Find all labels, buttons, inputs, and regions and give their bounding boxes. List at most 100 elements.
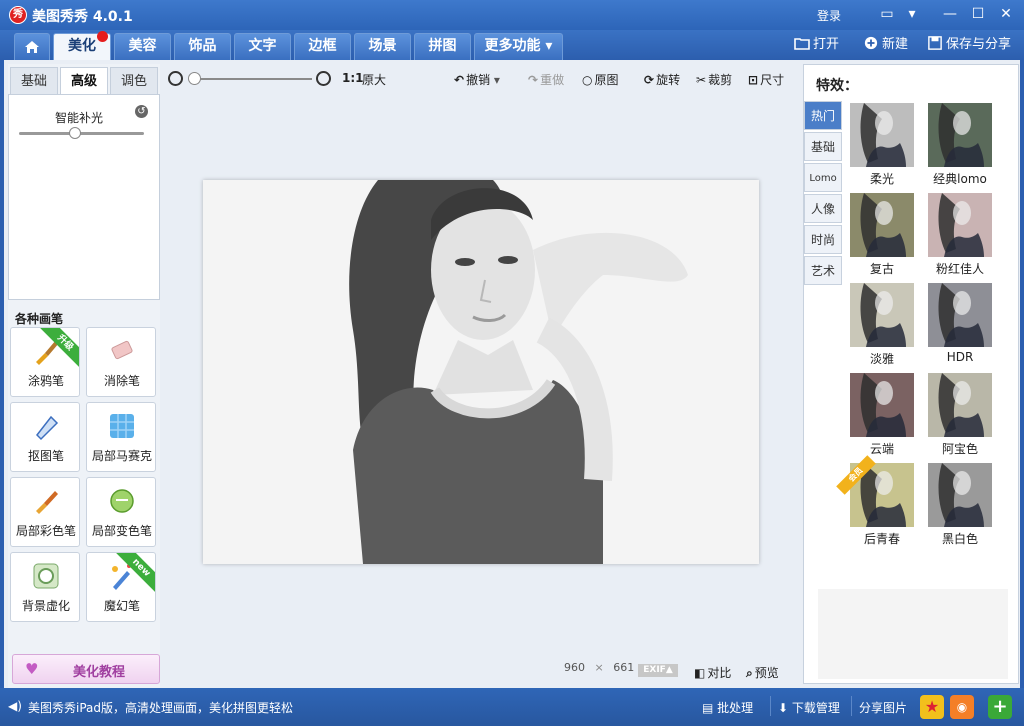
effect-thumb[interactable] [928, 463, 992, 527]
share-image-button[interactable]: 分享图片 [859, 699, 907, 716]
tab-color-tone[interactable]: 调色 [110, 67, 158, 94]
maximize-button[interactable]: ☐ [968, 5, 988, 23]
rotate-button[interactable]: ⟳ 旋转 [644, 71, 680, 88]
cutout-brush-button[interactable]: 抠图笔 [10, 402, 80, 472]
weibo-icon[interactable]: ◉ [950, 695, 974, 719]
save-icon [928, 36, 942, 50]
preview-button[interactable]: ⌕ 预览 [746, 664, 779, 681]
local-recolor-brush-button[interactable]: 局部变色笔 [86, 477, 156, 547]
resize-button[interactable]: ⊡ 尺寸 [748, 71, 784, 88]
reset-icon[interactable]: ↺ [135, 105, 148, 118]
resize-icon: ⊡ [748, 73, 759, 87]
zoom-slider[interactable] [194, 78, 312, 80]
tab-basic[interactable]: 基础 [10, 67, 58, 94]
plus-circle-icon [864, 36, 878, 50]
fx-tab-art[interactable]: 艺术 [804, 256, 842, 285]
tab-scenes[interactable]: 场景 [354, 33, 411, 60]
zoom-handle[interactable] [188, 72, 201, 85]
effect-thumb[interactable] [850, 193, 914, 257]
image-canvas[interactable] [203, 180, 759, 564]
effect-thumb[interactable] [850, 373, 914, 437]
tab-label: 更多功能 ▾ [484, 38, 553, 54]
crop-button[interactable]: ✂ 裁剪 [696, 71, 732, 88]
effect-preview-image [928, 283, 992, 347]
effect-thumb[interactable] [850, 283, 914, 347]
effect-preview-image [850, 283, 914, 347]
fx-tab-hot[interactable]: 热门 [804, 101, 842, 130]
batch-process-button[interactable]: ▤ 批处理 [702, 699, 753, 716]
menu-icon[interactable]: ▾ [902, 5, 922, 23]
new-button[interactable]: 新建 [863, 36, 908, 54]
add-plus-icon[interactable]: + [988, 695, 1012, 719]
tab-label: 美化 [68, 38, 96, 54]
tutorial-label: 美化教程 [73, 665, 126, 680]
effect-thumb[interactable] [928, 283, 992, 347]
eraser-brush-button[interactable]: 消除笔 [86, 327, 156, 397]
tab-accessories[interactable]: 饰品 [174, 33, 231, 60]
tab-text[interactable]: 文字 [234, 33, 291, 60]
image-width: 960 [564, 661, 585, 674]
tab-frames[interactable]: 边框 [294, 33, 351, 60]
effect-thumb[interactable] [928, 193, 992, 257]
minimize-button[interactable]: — [940, 5, 960, 23]
brush-label: 局部马赛克 [91, 449, 152, 463]
batch-icon: ▤ [702, 701, 718, 715]
separator [770, 696, 771, 716]
zoom-in-icon[interactable] [316, 71, 331, 86]
beautify-tutorial-button[interactable]: ♥ 美化教程 [12, 654, 160, 684]
undo-dropdown-icon[interactable]: ▾ [494, 73, 500, 87]
effect-preview-image [928, 463, 992, 527]
undo-button[interactable]: ↶ 撤销 ▾ [454, 71, 500, 88]
effect-preview-image [850, 193, 914, 257]
cutout-pen-icon [36, 415, 59, 441]
original-size-button[interactable]: 原大 [362, 71, 386, 88]
effect-label: HDR [946, 350, 974, 364]
image-toolbar: 1:1 原大 ↶ 撤销 ▾ ↷ 重做 ○ 原图 ⟳ 旋转 ✂ 裁剪 ⊡ 尺寸 [164, 64, 800, 94]
circle-icon: ○ [582, 73, 593, 87]
brush-label: 消除笔 [103, 374, 140, 388]
effect-thumb[interactable] [928, 373, 992, 437]
eraser-icon [111, 340, 133, 360]
blur-lens-icon [33, 563, 59, 589]
exif-button[interactable]: EXIF▲ [638, 664, 678, 677]
effect-thumb[interactable] [928, 103, 992, 167]
tab-collage[interactable]: 拼图 [414, 33, 471, 60]
promo-text[interactable]: 美图秀秀iPad版，高清处理画面，美化拼图更轻松 [28, 699, 293, 716]
notification-dot [97, 31, 108, 42]
zoom-out-icon[interactable] [168, 71, 183, 86]
tab-more-features[interactable]: 更多功能 ▾ [474, 33, 563, 60]
background-blur-button[interactable]: 背景虚化 [10, 552, 80, 622]
tab-advanced[interactable]: 高级 [60, 67, 108, 94]
login-link[interactable]: 登录 [817, 7, 841, 24]
brush-label: 魔幻笔 [103, 599, 140, 613]
home-icon [25, 41, 39, 53]
effect-label: 云端 [869, 442, 894, 456]
tab-beautify[interactable]: 美化 [53, 31, 111, 60]
redo-button[interactable]: ↷ 重做 [528, 71, 564, 88]
save-share-button[interactable]: 保存与分享 [927, 36, 1011, 54]
tab-home[interactable] [14, 33, 50, 60]
fx-tab-portrait[interactable]: 人像 [804, 194, 842, 223]
fill-light-slider[interactable] [19, 132, 144, 135]
local-color-brush-button[interactable]: 局部彩色笔 [10, 477, 80, 547]
star-icon[interactable]: ★ [920, 695, 944, 719]
fx-tab-fashion[interactable]: 时尚 [804, 225, 842, 254]
brush-label: 涂鸦笔 [27, 374, 64, 388]
doodle-brush-button[interactable]: 升级 涂鸦笔 [10, 327, 80, 397]
magic-brush-button[interactable]: new 魔幻笔 [86, 552, 156, 622]
effects-panel: 特效： 热门 基础 Lomo 人像 时尚 艺术 柔光 经典lomo 复古 粉红佳人 淡雅… [803, 64, 1019, 684]
mosaic-icon [110, 414, 134, 438]
open-button[interactable]: 打开 [794, 36, 839, 54]
tab-beauty[interactable]: 美容 [114, 33, 171, 60]
original-image-button[interactable]: ○ 原图 [582, 71, 619, 88]
fx-tab-lomo[interactable]: Lomo [804, 163, 842, 192]
message-icon[interactable]: ▭ [877, 5, 897, 23]
actual-size-ratio[interactable]: 1:1 [342, 71, 364, 85]
compare-button[interactable]: ◧ 对比 [694, 664, 731, 681]
close-button[interactable]: ✕ [996, 5, 1016, 23]
fx-tab-basic[interactable]: 基础 [804, 132, 842, 161]
effect-thumb[interactable] [850, 103, 914, 167]
mosaic-brush-button[interactable]: 局部马赛克 [86, 402, 156, 472]
slider-handle[interactable] [69, 127, 82, 139]
download-manager-button[interactable]: ⬇ 下载管理 [778, 699, 840, 716]
